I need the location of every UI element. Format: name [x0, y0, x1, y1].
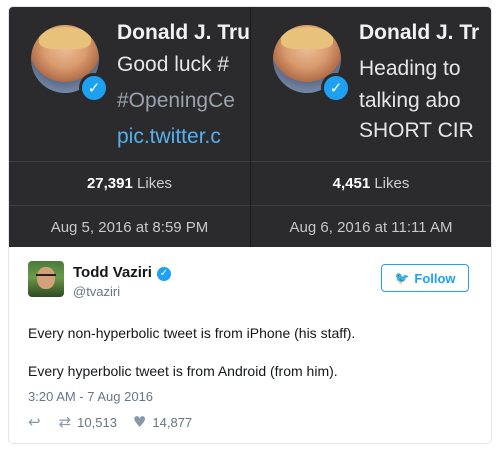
screenshot-author-name: Donald J. Tr [359, 21, 480, 44]
likes-count: 4,451 [332, 175, 371, 192]
screenshot-text-line: talking abo [359, 89, 461, 112]
verified-check-icon: ✓ [156, 267, 171, 281]
follow-label: Follow [414, 270, 456, 286]
tweet-text-line-2: Every hyperbolic tweet is from Android (… [28, 363, 338, 379]
follow-button[interactable]: 🐦 Follow [381, 264, 469, 292]
screenshot-date: Aug 6, 2016 at 11:11 AM [289, 219, 453, 236]
screenshot-tweet-1: ✓ Donald J. Tru Good luck # #OpeningCe p… [9, 7, 250, 247]
reply-button[interactable]: ↩ [28, 413, 41, 431]
verified-badge-icon: ✓ [79, 73, 109, 103]
tweet-text-line-1: Every non-hyperbolic tweet is from iPhon… [28, 325, 356, 341]
screenshot-text-line: Good luck # [117, 53, 230, 76]
embedded-tweet-card: ✓ Donald J. Tru Good luck # #OpeningCe p… [8, 6, 492, 444]
screenshot-strip: ✓ Donald J. Tru Good luck # #OpeningCe p… [9, 7, 491, 247]
screenshot-likes: 27,391 Likes [9, 175, 250, 192]
screenshot-likes: 4,451 Likes [251, 175, 491, 192]
reply-icon: ↩ [28, 413, 41, 431]
like-count: 14,877 [152, 414, 193, 430]
retweet-count: 10,513 [77, 414, 117, 430]
author-name-text[interactable]: Todd Vaziri [73, 264, 152, 281]
retweet-icon: ⇄ [58, 413, 72, 431]
likes-label: Likes [374, 175, 410, 192]
divider [9, 161, 250, 162]
likes-label: Likes [137, 175, 173, 192]
divider [9, 205, 250, 206]
twitter-bird-icon: 🐦 [394, 271, 410, 285]
divider [251, 205, 491, 206]
screenshot-date: Aug 5, 2016 at 8:59 PM [50, 219, 209, 236]
author-name[interactable]: Todd Vaziri ✓ [73, 264, 171, 281]
retweet-button[interactable]: ⇄ 10,513 [59, 413, 117, 431]
tweet-actions: ↩ ⇄ 10,513 ♥ 14,877 [28, 413, 192, 431]
verified-badge-icon: ✓ [321, 73, 351, 103]
screenshot-author-name: Donald J. Tru [117, 21, 250, 44]
divider [251, 161, 491, 162]
likes-count: 27,391 [86, 175, 133, 192]
tweet-timestamp[interactable]: 3:20 AM - 7 Aug 2016 [28, 389, 153, 404]
tweet: Todd Vaziri ✓ @tvaziri 🐦 Follow Every non… [9, 247, 491, 443]
screenshot-text-line: SHORT CIR [359, 119, 474, 142]
screenshot-hashtag-line: #OpeningCe [117, 89, 235, 112]
like-button[interactable]: ♥ 14,877 [133, 413, 192, 431]
heart-icon: ♥ [132, 413, 147, 431]
avatar[interactable] [28, 261, 64, 297]
screenshot-text-line: Heading to [359, 57, 461, 80]
author-handle[interactable]: @tvaziri [73, 284, 120, 299]
screenshot-tweet-2: ✓ Donald J. Tr Heading to talking abo SH… [250, 7, 491, 247]
screenshot-link-line: pic.twitter.c [117, 125, 221, 148]
